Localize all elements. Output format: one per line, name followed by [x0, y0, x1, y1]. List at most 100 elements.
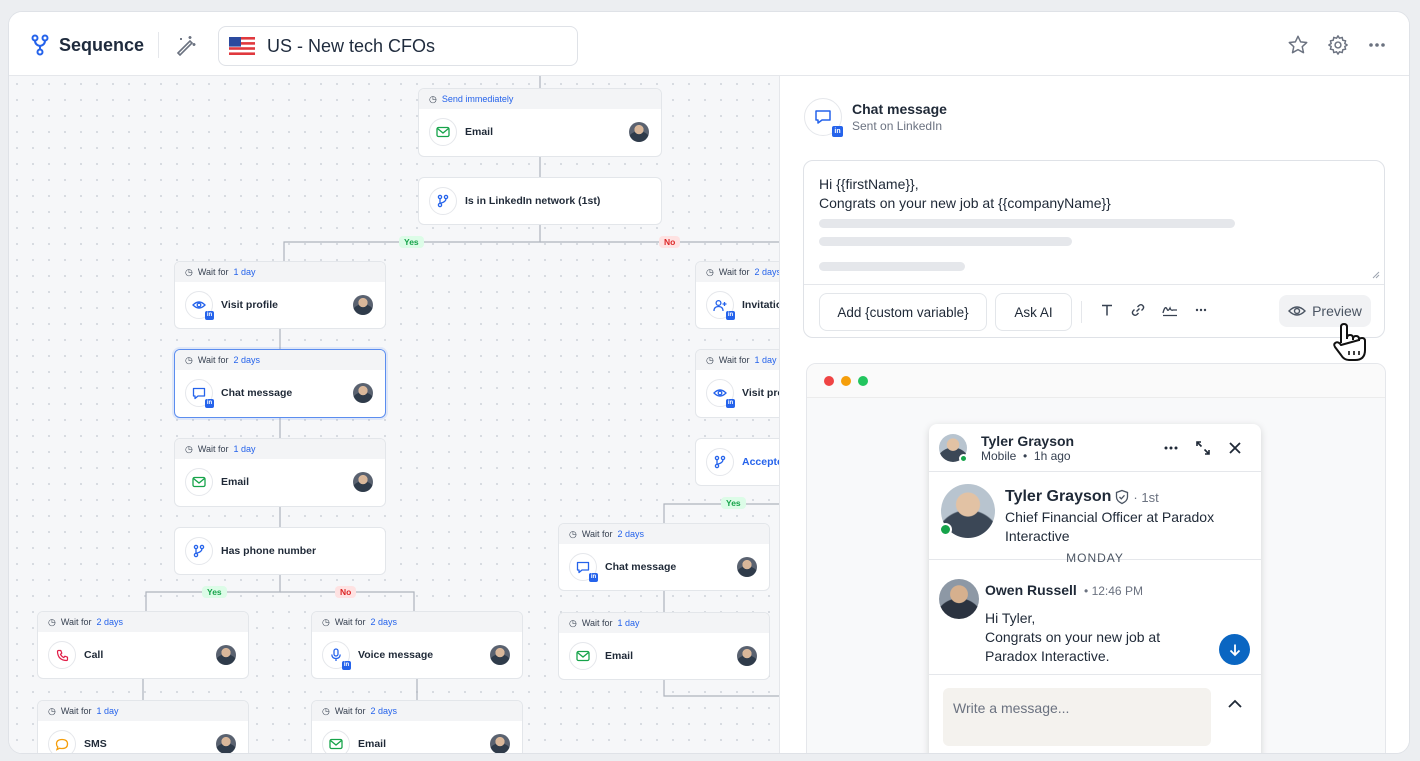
chevron-up-icon[interactable]: [1227, 699, 1243, 709]
window-close-dot: [824, 375, 834, 386]
step-timing: ◷ Wait for 2 days: [312, 612, 522, 632]
avatar: [353, 383, 373, 403]
message-compose-area: Write a message...: [929, 674, 1261, 753]
avatar: [216, 734, 236, 753]
condition-has-phone[interactable]: Has phone number: [174, 527, 386, 575]
chat-icon: in: [804, 98, 843, 137]
step-visit-profile[interactable]: ◷Wait for1 day in Visit pro: [695, 349, 779, 418]
condition-linkedin-network[interactable]: Is in LinkedIn network (1st): [418, 177, 662, 225]
step-chat-message[interactable]: ◷ Wait for 2 days in Chat message: [558, 523, 770, 591]
profile-headline: Chief Financial Officer at Paradox Inter…: [1005, 509, 1215, 544]
top-bar: Sequence US - New tech CFOs: [9, 12, 1409, 76]
step-label: Chat message: [221, 387, 293, 399]
linkedin-badge-icon: in: [205, 399, 214, 408]
linkedin-badge-icon: in: [726, 399, 735, 408]
clock-icon: ◷: [569, 528, 577, 539]
placeholder-line: [819, 237, 1072, 246]
email-icon: [429, 118, 457, 146]
online-status-dot: [959, 453, 968, 463]
microphone-icon: in: [322, 641, 351, 670]
step-label: Voice message: [358, 649, 434, 661]
add-person-icon: in: [706, 291, 735, 320]
avatar: [737, 646, 757, 666]
divider: [158, 32, 159, 58]
email-icon: [185, 468, 213, 496]
chat-icon: in: [569, 553, 598, 582]
more-icon[interactable]: [1367, 35, 1387, 55]
step-sms[interactable]: ◷ Wait for 1 day SMS: [37, 700, 249, 753]
sequence-title: US - New tech CFOs: [267, 35, 436, 56]
message-editor[interactable]: Hi {{firstName}}, Congrats on your new j…: [803, 160, 1385, 361]
clock-icon: ◷: [48, 616, 56, 627]
step-timing: ◷ Wait for 1 day: [696, 350, 779, 370]
step-timing: ◷ Wait for 2 days: [175, 350, 385, 370]
step-timing: ◷ Wait for 1 day: [559, 613, 769, 633]
connection-degree: · 1st: [1133, 489, 1159, 505]
chat-window-header: Tyler Grayson Mobile • 1h ago: [929, 424, 1261, 472]
hand-cursor-icon: [1333, 323, 1366, 361]
step-label: Accepte: [742, 456, 779, 468]
star-icon[interactable]: [1287, 34, 1309, 56]
message-body: Hi Tyler, Congrats on your new job at Pa…: [985, 610, 1161, 664]
magic-wand-icon[interactable]: [175, 34, 197, 56]
phone-icon: [48, 641, 76, 669]
branch-no-label: No: [335, 586, 357, 598]
avatar: [216, 645, 236, 665]
expand-icon[interactable]: [1195, 440, 1211, 456]
email-icon: [569, 642, 597, 670]
step-email[interactable]: ◷ Wait for 1 day Email: [174, 438, 386, 507]
step-email[interactable]: ◷ Wait for 1 day Email: [558, 612, 770, 680]
step-label: Visit profile: [221, 299, 278, 311]
resize-handle-icon[interactable]: [1370, 269, 1380, 279]
linkedin-badge-icon: in: [726, 311, 735, 320]
condition-accepted[interactable]: Accepte: [695, 438, 779, 486]
panel-subtitle: Sent on LinkedIn: [852, 119, 943, 133]
sequence-canvas[interactable]: Yes No Yes No Yes ◷ Send immediately Emai…: [9, 76, 779, 753]
text-format-icon[interactable]: [1100, 303, 1114, 317]
branch-icon: [185, 537, 213, 565]
add-custom-variable-button[interactable]: Add {custom variable}: [819, 293, 987, 331]
branch-icon: [429, 187, 457, 215]
message-text[interactable]: Hi {{firstName}}, Congrats on your new j…: [819, 175, 1111, 213]
message-input[interactable]: Write a message...: [943, 688, 1211, 746]
sequence-title-field[interactable]: US - New tech CFOs: [218, 26, 578, 66]
clock-icon: ◷: [185, 266, 193, 277]
divider: [1081, 301, 1082, 323]
sequence-tab[interactable]: Sequence: [31, 34, 144, 56]
step-invitation[interactable]: ◷ Wait for 2 days in Invitatio: [695, 261, 779, 329]
more-icon[interactable]: [1194, 303, 1208, 317]
step-timing: ◷ Send immediately: [419, 89, 661, 109]
link-icon[interactable]: [1130, 303, 1146, 317]
clock-icon: ◷: [322, 705, 330, 716]
step-email[interactable]: ◷ Wait for 2 days Email: [311, 700, 523, 753]
step-timing: ◷ Wait for 1 day: [175, 262, 385, 282]
step-call[interactable]: ◷ Wait for 2 days Call: [37, 611, 249, 679]
message-time: • 12:46 PM: [1080, 584, 1143, 598]
close-icon[interactable]: [1227, 440, 1243, 456]
more-icon[interactable]: [1163, 440, 1179, 456]
step-visit-profile[interactable]: ◷ Wait for 1 day in Visit profile: [174, 261, 386, 329]
step-label: Chat message: [605, 561, 677, 573]
step-voice-message[interactable]: ◷ Wait for 2 days in Voice message: [311, 611, 523, 679]
scroll-down-button[interactable]: [1219, 634, 1250, 665]
branch-yes-label: Yes: [399, 236, 424, 248]
signature-icon[interactable]: [1162, 303, 1178, 317]
browser-title-bar: [807, 364, 1385, 398]
step-email-send-immediately[interactable]: ◷ Send immediately Email: [418, 88, 662, 157]
window-maximize-dot: [858, 375, 868, 386]
step-label: Call: [84, 649, 104, 661]
linkedin-badge-icon: in: [832, 126, 843, 137]
profile-avatar[interactable]: [939, 484, 995, 538]
chat-icon: in: [185, 379, 214, 408]
step-chat-message-selected[interactable]: ◷ Wait for 2 days in Chat message: [174, 349, 386, 418]
day-divider: MONDAY: [1066, 551, 1124, 565]
avatar: [629, 122, 649, 142]
step-label: Email: [605, 650, 634, 662]
gear-icon[interactable]: [1327, 34, 1349, 56]
sequence-icon: [31, 34, 49, 56]
format-toolbar: [1100, 303, 1208, 317]
ask-ai-button[interactable]: Ask AI: [995, 293, 1072, 331]
profile-name[interactable]: Tyler Grayson: [1005, 488, 1111, 506]
step-label: Email: [221, 476, 250, 488]
avatar: [490, 645, 510, 665]
